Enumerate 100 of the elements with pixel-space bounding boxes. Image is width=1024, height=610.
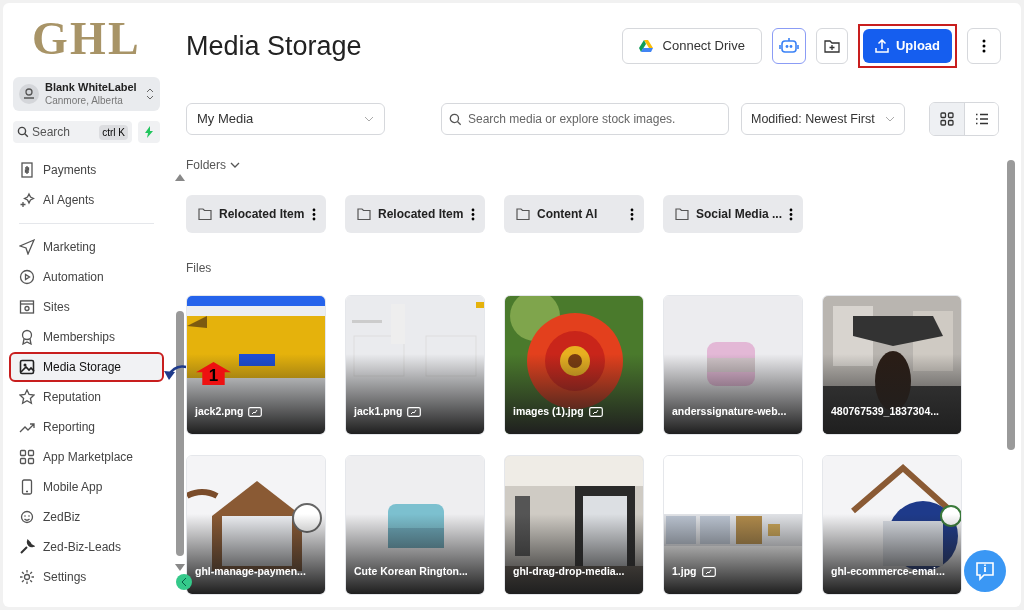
nav-item[interactable]: ZedBiz xyxy=(11,504,162,530)
nav-item[interactable]: Payments xyxy=(11,157,162,183)
file-name: Cute Korean Rington... xyxy=(354,564,468,580)
smiley-icon xyxy=(19,509,35,525)
file-card[interactable]: 1.jpg xyxy=(663,455,803,595)
list-view-button[interactable] xyxy=(964,103,998,135)
step-marker: 1 xyxy=(208,367,219,385)
bolt-icon xyxy=(144,126,154,138)
source-dropdown[interactable]: My Media xyxy=(186,103,385,135)
more-icon[interactable] xyxy=(789,207,793,221)
media-search-field[interactable]: Search media or explore stock images. xyxy=(441,103,729,135)
send-icon xyxy=(19,239,35,255)
nav-item[interactable]: Reputation xyxy=(11,384,162,410)
robot-icon xyxy=(778,37,799,55)
browser-icon xyxy=(19,299,35,315)
new-folder-button[interactable] xyxy=(815,28,848,64)
file-card[interactable]: anderssignature-web... xyxy=(663,295,803,435)
section-label: Folders xyxy=(186,157,226,174)
grid-icon xyxy=(19,449,35,465)
folder-icon xyxy=(675,208,689,220)
nav-item[interactable]: Reporting xyxy=(11,414,162,440)
receipt-icon xyxy=(19,162,35,178)
info-chat-icon xyxy=(974,560,996,582)
play-circle-icon xyxy=(19,269,35,285)
chevron-down-icon xyxy=(364,116,374,122)
file-card[interactable]: images (1).jpg xyxy=(504,295,644,435)
account-name: Blank WhiteLabel xyxy=(45,81,138,94)
file-card[interactable]: ghl-ecommerce-emai... xyxy=(822,455,962,595)
scrollbar[interactable] xyxy=(176,311,184,556)
more-icon[interactable] xyxy=(471,207,475,221)
file-name: 480767539_1837304... xyxy=(831,404,940,420)
sparkle-icon xyxy=(19,192,35,208)
nav-item[interactable]: Automation xyxy=(11,264,162,290)
folder-card[interactable]: Content AI xyxy=(504,195,644,233)
badge-icon xyxy=(19,329,35,345)
scroll-down-icon xyxy=(175,564,185,571)
grid-icon xyxy=(940,112,954,126)
nav-item[interactable]: Mobile App xyxy=(11,474,162,500)
file-name: ghl-drag-drop-media... xyxy=(513,564,625,580)
chevron-down-icon xyxy=(885,116,895,122)
file-name: ghl-ecommerce-emai... xyxy=(831,564,945,580)
folder-icon xyxy=(516,208,530,220)
chevron-icon xyxy=(146,87,154,101)
folder-card[interactable]: Relocated Item xyxy=(186,195,326,233)
file-name: jack1.png xyxy=(354,404,403,420)
account-switcher[interactable]: Blank WhiteLabel Canmore, Alberta xyxy=(13,77,160,111)
grid-view-button[interactable] xyxy=(930,103,964,135)
more-icon[interactable] xyxy=(312,207,316,221)
section-label: Files xyxy=(186,260,213,277)
nav-item[interactable]: Zed-Biz-Leads xyxy=(11,534,162,560)
page-title: Media Storage xyxy=(186,29,363,63)
file-name: images (1).jpg xyxy=(513,404,584,420)
scrollbar[interactable] xyxy=(1007,160,1015,450)
nav-item[interactable]: Sites xyxy=(11,294,162,320)
shortcut-hint: ctrl K xyxy=(99,124,128,140)
account-location: Canmore, Alberta xyxy=(45,94,124,107)
file-name: jack2.png xyxy=(195,404,244,420)
collapse-button[interactable] xyxy=(176,574,192,590)
folder-card[interactable]: Relocated Item xyxy=(345,195,485,233)
folder-icon xyxy=(357,208,371,220)
scroll-up-icon xyxy=(175,174,185,181)
search-icon xyxy=(449,113,462,126)
more-icon[interactable] xyxy=(630,207,634,221)
search-icon xyxy=(17,126,29,138)
ai-assistant-button[interactable] xyxy=(771,28,806,64)
file-card[interactable]: jack1.png xyxy=(345,295,485,435)
phone-icon xyxy=(19,479,35,495)
logo: GHL xyxy=(30,12,143,66)
nav-item[interactable]: AI Agents xyxy=(11,187,162,213)
connect-drive-button[interactable]: Connect Drive xyxy=(621,28,762,64)
file-card[interactable]: 480767539_1837304... xyxy=(822,295,962,435)
folder-card[interactable]: Social Media ... xyxy=(663,195,803,233)
feedback-button[interactable] xyxy=(964,550,1006,592)
chevron-left-icon xyxy=(181,578,187,586)
file-card[interactable]: ghl-manage-paymen... xyxy=(186,455,326,595)
account-icon xyxy=(19,84,39,104)
file-card[interactable]: ghl-drag-drop-media... xyxy=(504,455,644,595)
nav-item[interactable]: App Marketplace xyxy=(11,444,162,470)
nav-item[interactable]: Settings xyxy=(11,564,162,590)
chevron-down-icon xyxy=(230,162,240,168)
nav-item[interactable]: Marketing xyxy=(11,234,162,260)
file-name: anderssignature-web... xyxy=(672,404,787,420)
upload-icon xyxy=(874,39,889,53)
file-card[interactable]: Cute Korean Rington... xyxy=(345,455,485,595)
nav-item[interactable]: Memberships xyxy=(11,324,162,350)
search-placeholder: Search xyxy=(32,124,72,141)
file-name: ghl-manage-paymen... xyxy=(195,564,306,580)
star-icon xyxy=(19,389,35,405)
list-icon xyxy=(974,112,989,126)
search-field[interactable]: Search ctrl K xyxy=(13,121,132,143)
nav-item[interactable]: Media Storage xyxy=(11,354,162,380)
folder-icon xyxy=(198,208,212,220)
image-icon xyxy=(19,359,35,375)
sort-dropdown[interactable]: Modified: Newest First xyxy=(741,103,905,135)
file-name: 1.jpg xyxy=(672,564,697,580)
folder-plus-icon xyxy=(823,39,840,53)
settings-icon xyxy=(19,569,35,585)
more-icon xyxy=(982,39,986,53)
upload-button[interactable]: Upload xyxy=(862,29,952,63)
drive-icon xyxy=(638,40,653,52)
